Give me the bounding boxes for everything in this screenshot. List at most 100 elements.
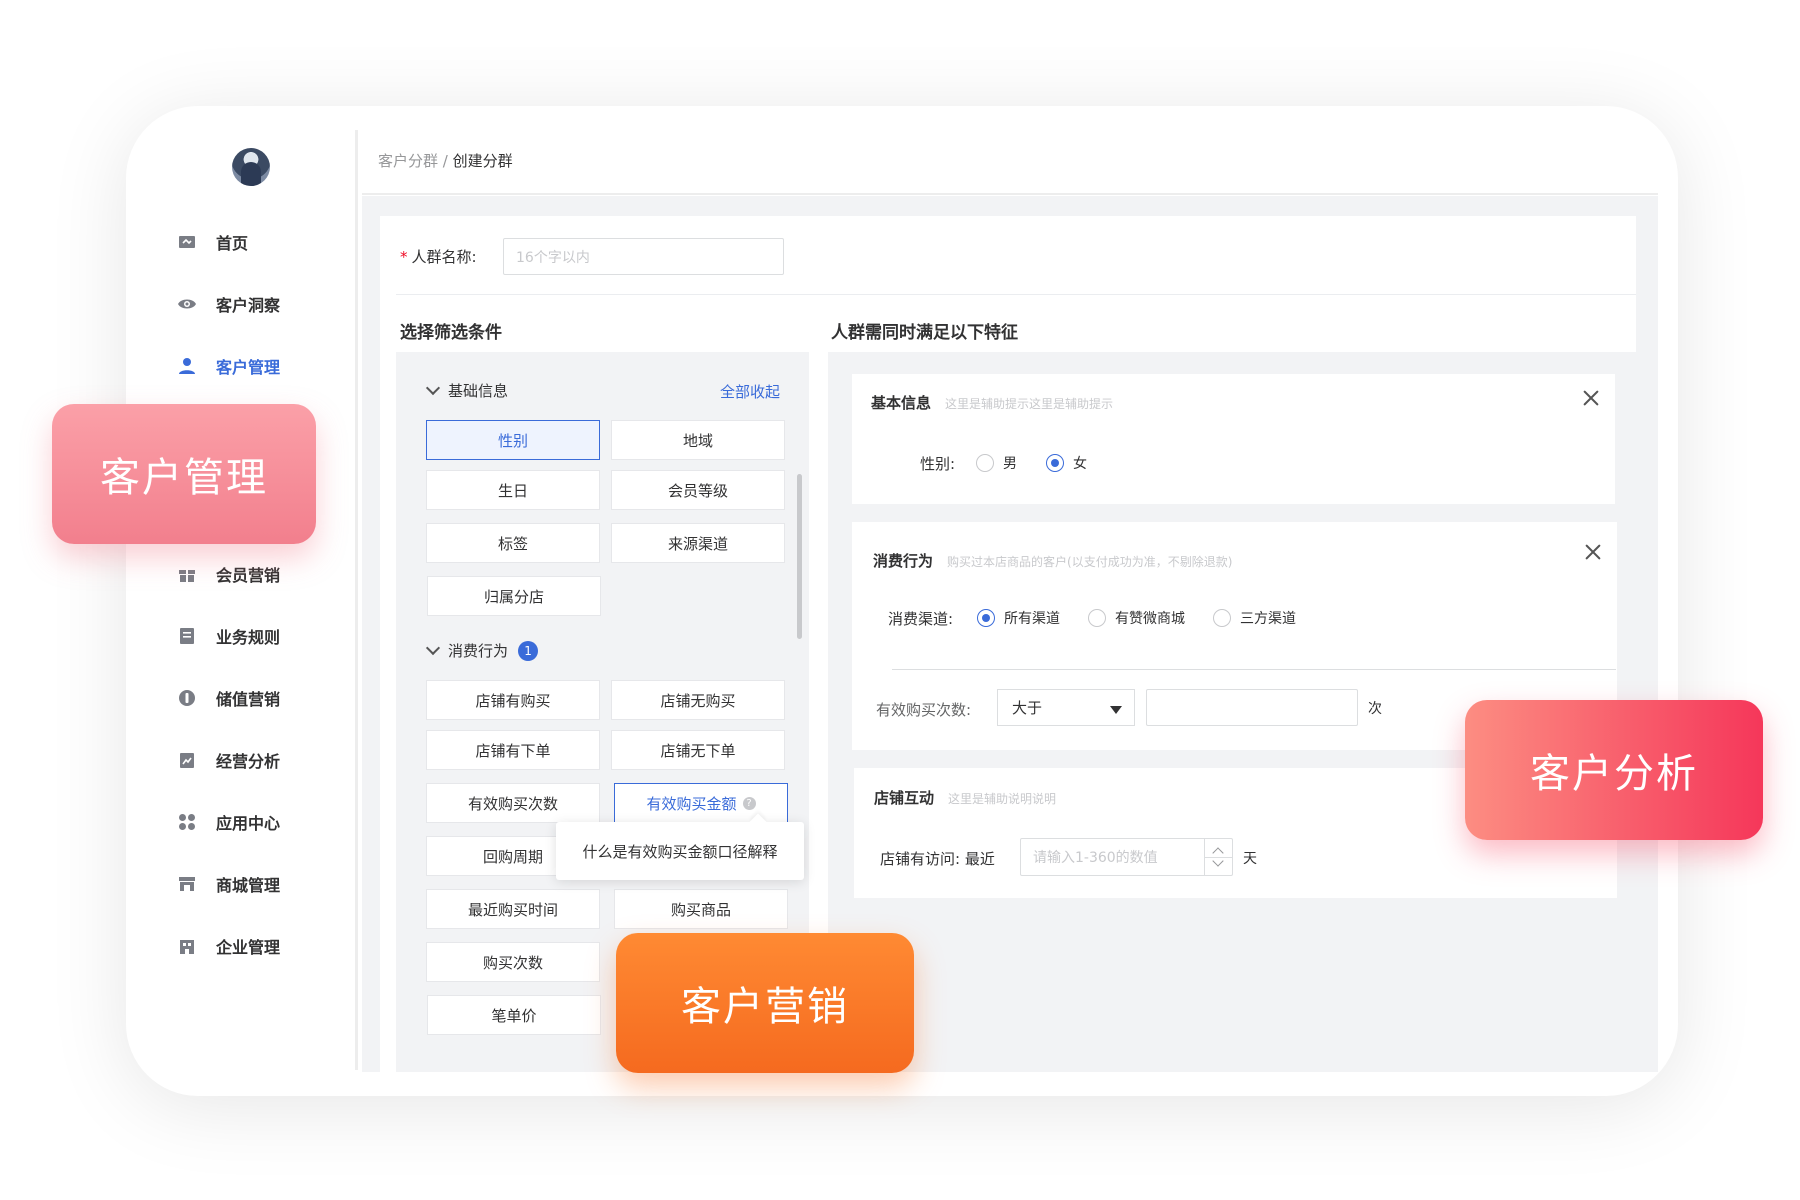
building-icon [176,935,198,957]
group-basic-header[interactable]: 基础信息 [425,380,509,401]
help-icon[interactable]: ? [742,796,756,810]
filter-member-level[interactable]: 会员等级 [611,470,785,510]
divider [892,669,1616,670]
valid-count-label: 有效购买次数: [876,701,972,719]
name-input[interactable]: 16个字以内 [503,238,784,275]
store-icon [176,873,198,895]
sidebar-item-home[interactable]: 首页 [176,228,248,256]
sidebar-item-label: 经营分析 [216,752,281,771]
sidebar-item-label: 商城管理 [216,876,281,895]
filter-gender[interactable]: 性别 [426,420,600,460]
breadcrumb-separator: / [438,152,453,170]
card-title: 基本信息 这里是辅助提示这里是辅助提示 [871,394,1114,412]
radio-icon [976,454,994,472]
radio-youzan-mall[interactable]: 有赞微商城 [1088,608,1185,628]
radio-all-channels[interactable]: 所有渠道 [977,608,1060,628]
sidebar-item-label: 储值营销 [216,690,281,709]
radio-female[interactable]: 女 [1046,453,1087,473]
sidebar-item-label: 首页 [216,234,249,253]
filter-purchase-times[interactable]: 购买次数 [426,942,600,982]
scrollbar[interactable] [797,474,802,639]
sidebar-item-customer-manage[interactable]: 客户管理 [176,352,280,380]
eye-icon [176,293,198,315]
chart-icon [176,749,198,771]
radio-icon [977,609,995,627]
close-icon[interactable] [1583,542,1603,562]
radio-icon [1213,609,1231,627]
filter-section-title: 选择筛选条件 [400,323,502,343]
filter-shop-not-ordered[interactable]: 店铺无下单 [611,730,785,770]
visit-label: 店铺有访问: 最近 [880,850,995,868]
caret-down-icon [1110,706,1122,714]
breadcrumb-parent[interactable]: 客户分群 [378,152,438,170]
chevron-down-icon [425,380,441,396]
group-title: 消费行为 [448,642,509,660]
coin-icon [176,687,198,709]
count-badge: 1 [518,640,539,661]
filter-purchased-goods[interactable]: 购买商品 [614,889,788,929]
filter-branch[interactable]: 归属分店 [427,576,601,616]
count-input[interactable] [1146,689,1358,726]
badge-customer-marketing: 客户营销 [616,933,914,1073]
sidebar-item-label: 客户洞察 [216,296,281,315]
card-title: 消费行为 购买过本店商品的客户(以支付成功为准，不剔除退款) [873,552,1233,570]
home-icon [176,231,198,253]
count-unit: 次 [1368,701,1382,717]
card-hint: 这里是辅助说明说明 [948,792,1057,806]
sidebar [126,130,358,1070]
divider [396,294,1636,295]
stepper-buttons [1204,839,1232,875]
filter-unit-price[interactable]: 笔单价 [427,995,601,1035]
filter-birthday[interactable]: 生日 [426,470,600,510]
group-consume-header[interactable]: 消费行为 1 [425,640,539,661]
sidebar-item-mall[interactable]: 商城管理 [176,870,280,898]
sidebar-item-analysis[interactable]: 经营分析 [176,746,280,774]
document-icon [176,625,198,647]
radio-third-party[interactable]: 三方渠道 [1213,608,1296,628]
sidebar-item-apps[interactable]: 应用中心 [176,808,280,836]
radio-icon [1046,454,1064,472]
filter-region[interactable]: 地域 [611,420,785,460]
group-title: 基础信息 [448,382,509,400]
sidebar-item-label: 应用中心 [216,814,281,833]
breadcrumb: 客户分群 / 创建分群 [378,150,513,171]
sidebar-item-enterprise[interactable]: 企业管理 [176,932,280,960]
compare-select[interactable]: 大于 [997,689,1135,726]
badge-customer-analysis: 客户分析 [1465,700,1763,840]
radio-icon [1088,609,1106,627]
filter-shop-bought[interactable]: 店铺有购买 [426,680,600,720]
user-icon [176,355,198,377]
apps-icon [176,811,198,833]
filter-tag[interactable]: 标签 [426,523,600,563]
filter-valid-purchase-count[interactable]: 有效购买次数 [426,783,600,823]
filter-shop-not-bought[interactable]: 店铺无购买 [611,680,785,720]
name-label: * 人群名称: [400,248,477,266]
days-unit: 天 [1243,851,1257,867]
filter-label: 有效购买金额 [646,794,737,813]
avatar[interactable] [232,148,270,186]
badge-customer-manage: 客户管理 [52,404,316,544]
sidebar-item-label: 客户管理 [216,358,281,377]
condition-section-title: 人群需同时满足以下特征 [831,323,1018,343]
days-stepper[interactable]: 请输入1-360的数值 [1020,838,1233,876]
sidebar-item-business-rules[interactable]: 业务规则 [176,622,280,650]
breadcrumb-current: 创建分群 [452,152,513,170]
sidebar-item-label: 业务规则 [216,628,281,647]
help-tooltip: 什么是有效购买金额口径解释 [556,822,804,880]
sidebar-item-label: 会员营销 [216,566,281,585]
close-icon[interactable] [1581,388,1601,408]
card-title: 店铺互动 这里是辅助说明说明 [874,789,1057,807]
filter-source-channel[interactable]: 来源渠道 [611,523,785,563]
radio-male[interactable]: 男 [976,453,1017,473]
required-mark: * [400,248,408,266]
sidebar-item-member-marketing[interactable]: 会员营销 [176,560,280,588]
collapse-all-link[interactable]: 全部收起 [720,381,780,402]
gift-icon [176,563,198,585]
sidebar-item-insight[interactable]: 客户洞察 [176,290,280,318]
gender-label: 性别: [920,455,956,473]
sidebar-item-stored-value[interactable]: 储值营销 [176,684,280,712]
filter-shop-ordered[interactable]: 店铺有下单 [426,730,600,770]
chevron-down-icon [425,640,441,656]
filter-last-purchase-time[interactable]: 最近购买时间 [426,889,600,929]
card-hint: 这里是辅助提示这里是辅助提示 [945,397,1114,411]
